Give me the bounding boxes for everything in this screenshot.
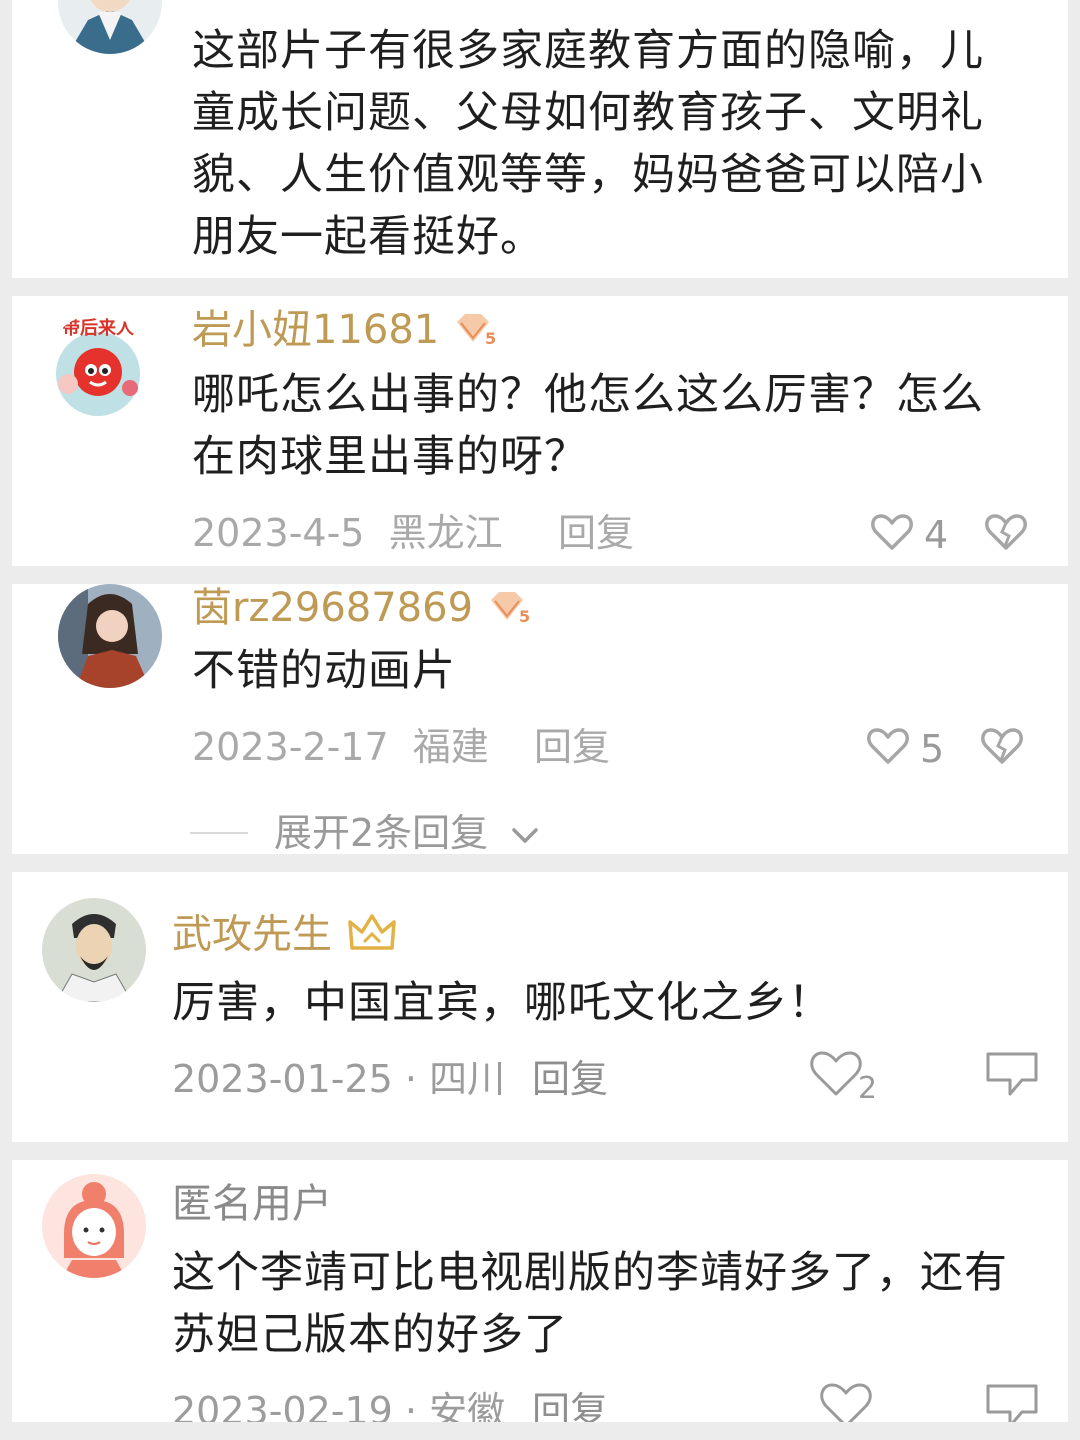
comment-location: 福建 (412, 725, 489, 769)
username[interactable]: 匿名用户 (172, 1184, 332, 1224)
reply-button[interactable]: 回复 (532, 1392, 608, 1422)
chevron-down-icon (512, 827, 539, 843)
comment-text: 不错的动画片 (192, 646, 456, 696)
comment-text: 这部片子有很多家庭教育方面的隐喻，儿童成长问题、父母如何教育孩子、文明礼貌、人生… (192, 26, 984, 262)
diamond-heart-badge-icon: 5 (487, 590, 531, 631)
comment-meta: 2023-02-19 · 安徽 (172, 1389, 506, 1422)
diamond-heart-badge-icon: 5 (453, 312, 497, 353)
broken-heart-icon[interactable] (980, 726, 1024, 766)
speech-bubble-icon[interactable] (982, 1048, 1042, 1100)
like-count: 2 (858, 1071, 878, 1106)
avatar[interactable]: 带后来人 (46, 314, 150, 418)
expand-divider (190, 832, 248, 834)
comment-location: 黑龙江 (388, 511, 503, 555)
svg-text:5: 5 (485, 329, 496, 346)
username-text: 茵rz29687869 (192, 585, 474, 631)
crown-badge-icon (346, 912, 398, 961)
comment-card-2: 带后来人 岩小妞11681 5 哪吒怎么出事的？他怎么这么厉害？怎么在肉球里出事… (12, 296, 1068, 566)
comment-card-1: 这部片子有很多家庭教育方面的隐喻，儿童成长问题、父母如何教育孩子、文明礼貌、人生… (12, 0, 1068, 278)
comment-meta: 2023-4-5 黑龙江 (192, 514, 503, 552)
reply-button[interactable]: 回复 (558, 514, 634, 552)
comment-meta: 2023-01-25 · 四川 (172, 1057, 506, 1101)
avatar[interactable] (58, 584, 162, 688)
expand-replies-label: 展开2条回复 (274, 811, 489, 854)
svg-text:5: 5 (519, 607, 530, 624)
avatar[interactable] (58, 0, 162, 54)
avatar-image (58, 0, 162, 54)
expand-replies-button[interactable]: 展开2条回复 (274, 814, 540, 852)
heart-outline-icon[interactable] (866, 726, 910, 766)
like-count: 4 (924, 513, 949, 557)
comment-date: 2023-2-17 (192, 725, 389, 769)
reply-button[interactable]: 回复 (534, 728, 610, 766)
username[interactable]: 岩小妞11681 5 (192, 310, 497, 353)
heart-outline-icon[interactable] (870, 512, 914, 552)
comment-text: 厉害，中国宜宾，哪吒文化之乡！ (172, 978, 832, 1028)
username[interactable]: 茵rz29687869 5 (192, 588, 531, 631)
avatar[interactable] (42, 1174, 146, 1278)
username-text: 岩小妞11681 (192, 307, 440, 353)
like-count: 5 (920, 727, 945, 771)
comment-card-5: 匿名用户 这个李靖可比电视剧版的李靖好多了，还有苏妲己版本的好多了 2023-0… (12, 1160, 1068, 1422)
username-text: 武攻先生 (172, 911, 332, 958)
username[interactable]: 武攻先生 (172, 912, 398, 961)
avatar-image (58, 584, 162, 688)
avatar-image (42, 1174, 146, 1278)
reply-button[interactable]: 回复 (532, 1060, 608, 1098)
broken-heart-icon[interactable] (984, 512, 1028, 552)
avatar-image (42, 898, 146, 1002)
comment-text: 这个李靖可比电视剧版的李靖好多了，还有苏妲己版本的好多了 (172, 1248, 1008, 1360)
avatar[interactable] (42, 898, 146, 1002)
avatar-image: 带后来人 (46, 314, 150, 418)
avatar-label: 带后来人 (62, 318, 135, 339)
comment-meta: 2023-2-17 福建 (192, 728, 489, 766)
speech-bubble-icon[interactable] (982, 1380, 1042, 1422)
comment-card-3: 茵rz29687869 5 不错的动画片 2023-2-17 福建 回复 5 展… (12, 584, 1068, 854)
comment-text: 哪吒怎么出事的？他怎么这么厉害？怎么在肉球里出事的呀？ (192, 370, 984, 482)
comment-date: 2023-4-5 (192, 511, 365, 555)
heart-outline-icon[interactable] (818, 1380, 878, 1422)
comment-card-4: 武攻先生 厉害，中国宜宾，哪吒文化之乡！ 2023-01-25 · 四川 回复 … (12, 872, 1068, 1142)
